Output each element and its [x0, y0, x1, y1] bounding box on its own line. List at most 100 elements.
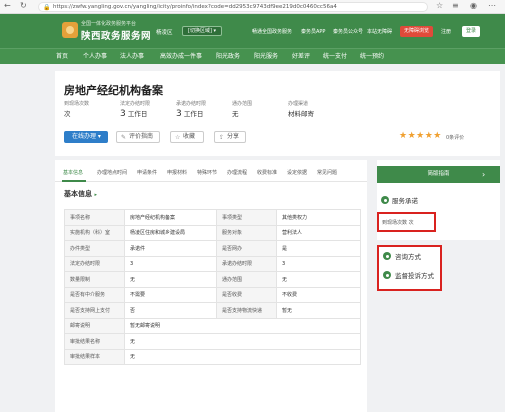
stat-label-scope: 通办范围 [232, 101, 253, 107]
stat-value-channel: 材料邮寄 [288, 110, 314, 118]
table-row: 邮寄说明 暂无邮寄说明 [64, 317, 361, 334]
favorite-button[interactable]: ☆ 收藏 [170, 131, 204, 143]
comment-icon: ✎ [121, 134, 127, 141]
cell-value: 否 [124, 302, 217, 319]
more-icon[interactable]: ⋯ [488, 2, 496, 10]
tab-materials[interactable]: 申报材料 [167, 169, 187, 176]
cell-value: 暂无 [276, 302, 361, 319]
header-link-app[interactable]: 秦务员APP [301, 28, 325, 35]
tab-conditions[interactable]: 申请条件 [137, 169, 157, 176]
tab-basis[interactable]: 设定依据 [287, 169, 307, 176]
login-button[interactable]: 登录 [462, 26, 480, 37]
cell-key: 通办范围 [216, 271, 277, 288]
service-promise-title: 服务承诺 [392, 197, 418, 205]
cell-value: 其他类权力 [276, 209, 361, 226]
cell-value: 承诺件 [124, 240, 217, 257]
table-row: 是否有中介服务 不需要 是否收费 不收费 [64, 286, 361, 303]
cell-key: 是否有中介服务 [64, 286, 125, 303]
complaint-icon [383, 271, 391, 279]
header-link-national[interactable]: 畅通全国政务服务 [252, 28, 292, 35]
nav-services[interactable]: 阳光服务 [254, 49, 278, 65]
chevron-right-icon[interactable]: › [482, 166, 485, 183]
tab-fees[interactable]: 收费标准 [257, 169, 277, 176]
tab-process[interactable]: 办理流程 [227, 169, 247, 176]
table-row: 法定办结时限 3 承诺办结时限 3 [64, 255, 361, 272]
nav-home[interactable]: 首页 [56, 49, 68, 65]
stat-value-legal-limit: 3 工作日 [120, 109, 148, 119]
refresh-icon[interactable]: ↻ [20, 2, 28, 10]
complaint-method-link[interactable]: 监督投诉方式 [395, 270, 434, 280]
cell-key: 是否支持物流快递 [216, 302, 277, 319]
table-row: 实施机构（科）室 杨凌区住房和城乡建设局 服务对象 营利法人 [64, 224, 361, 241]
stat-value-promise-limit: 3 工作日 [176, 109, 204, 119]
cell-value: 房地产经纪机构备案 [124, 209, 217, 226]
cell-key: 办件类型 [64, 240, 125, 257]
nav-corporate[interactable]: 法人办事 [120, 49, 144, 65]
rating-stars: ★★★★★ [399, 131, 442, 141]
rating-count[interactable]: 0条评价 [446, 134, 464, 141]
tab-special[interactable]: 特殊环节 [197, 169, 217, 176]
nav-personal[interactable]: 个人办事 [83, 49, 107, 65]
stat-label-legal-limit: 法定办结时限 [120, 101, 151, 107]
visit-count-text: 到现场次数 次 [382, 220, 414, 226]
header-link-accessible[interactable]: 本站无障碍 [367, 28, 392, 35]
main-nav: 首页 个人办事 法人办事 高效办成一件事 阳光政务 阳光服务 好差评 统一支付 … [0, 48, 505, 64]
address-bar[interactable]: 🔒 https://zwfw.yangling.gov.cn/yangling/… [38, 2, 428, 12]
region-switch-button[interactable]: [切换区域] ▾ [182, 26, 223, 36]
cell-key: 承诺办结时限 [216, 255, 277, 272]
accessibility-button[interactable]: 无障碍浏览 [400, 26, 434, 37]
table-row: 事项名称 房地产经纪机构备案 事项类型 其他类权力 [64, 209, 361, 226]
cell-value: 无 [276, 271, 361, 288]
cell-key: 是否支持网上支付 [64, 302, 125, 319]
service-icon [381, 196, 389, 204]
site-name[interactable]: 陕西政务服务网 [81, 28, 151, 42]
cell-value: 营利法人 [276, 224, 361, 241]
visit-count-highlight: 到现场次数 次 [377, 212, 436, 232]
nav-gov-affairs[interactable]: 阳光政务 [216, 49, 240, 65]
header-link-wechat[interactable]: 秦务员公众号 [333, 28, 363, 35]
nav-payment[interactable]: 统一支付 [323, 49, 347, 65]
tab-location-time[interactable]: 办理地点时间 [97, 169, 127, 176]
section-title: 基本信息 ▸ [64, 190, 97, 198]
nav-evaluation[interactable]: 好差评 [292, 49, 310, 65]
site-logo[interactable] [62, 22, 78, 38]
cell-key: 事项名称 [64, 209, 125, 226]
nav-one-thing[interactable]: 高效办成一件事 [160, 49, 202, 65]
stat-label-visits: 到现场次数 [64, 101, 90, 107]
active-tab-indicator [62, 180, 86, 182]
stat-label-channel: 办理渠道 [288, 101, 309, 107]
region-label: 杨凌区 [156, 30, 173, 36]
consult-icon [383, 252, 391, 260]
arrow-left-icon[interactable]: ← [4, 2, 12, 10]
online-apply-button[interactable]: 在线办理 ▾ [64, 131, 108, 143]
table-row: 办件类型 承诺件 是否网办 是 [64, 240, 361, 257]
table-row: 审批结果样本 无 [64, 348, 361, 365]
nav-appointment[interactable]: 统一预约 [360, 49, 384, 65]
cell-key: 事项类型 [216, 209, 277, 226]
tab-basic-info[interactable]: 基本信息 [63, 169, 83, 176]
stat-value-scope: 无 [232, 110, 239, 118]
share-button[interactable]: ⇪ 分享 [214, 131, 246, 143]
stat-value-visits: 次 [64, 110, 71, 118]
consult-method-link[interactable]: 咨询方式 [395, 251, 421, 261]
favorites-icon[interactable]: ≡ [452, 2, 460, 10]
cell-value: 无 [124, 333, 361, 350]
table-row: 是否支持网上支付 否 是否支持物流快递 暂无 [64, 302, 361, 319]
cell-key: 审批结果名称 [64, 333, 125, 350]
cell-value: 3 [276, 255, 361, 272]
cell-value: 不需要 [124, 286, 217, 303]
cell-key: 服务对象 [216, 224, 277, 241]
browser-toolbar: ← ↻ 🔒 https://zwfw.yangling.gov.cn/yangl… [0, 0, 505, 14]
cell-value: 杨凌区住房和城乡建设局 [124, 224, 217, 241]
register-link[interactable]: 注册 [441, 28, 451, 35]
profile-icon[interactable]: ◉ [470, 2, 478, 10]
basic-info-table: 事项名称 房地产经纪机构备案 事项类型 其他类权力 实施机构（科）室 杨凌区住房… [64, 209, 361, 365]
cell-value: 3 [124, 255, 217, 272]
evaluate-guide-button[interactable]: ✎ 评价指南 [116, 131, 160, 143]
star-icon[interactable]: ☆ [436, 2, 444, 10]
tab-faq[interactable]: 常见问题 [317, 169, 337, 176]
cell-value: 是 [276, 240, 361, 257]
share-icon: ⇪ [219, 134, 225, 141]
cell-value: 暂无邮寄说明 [124, 317, 361, 334]
stat-label-promise-limit: 承诺办结时限 [176, 101, 207, 107]
